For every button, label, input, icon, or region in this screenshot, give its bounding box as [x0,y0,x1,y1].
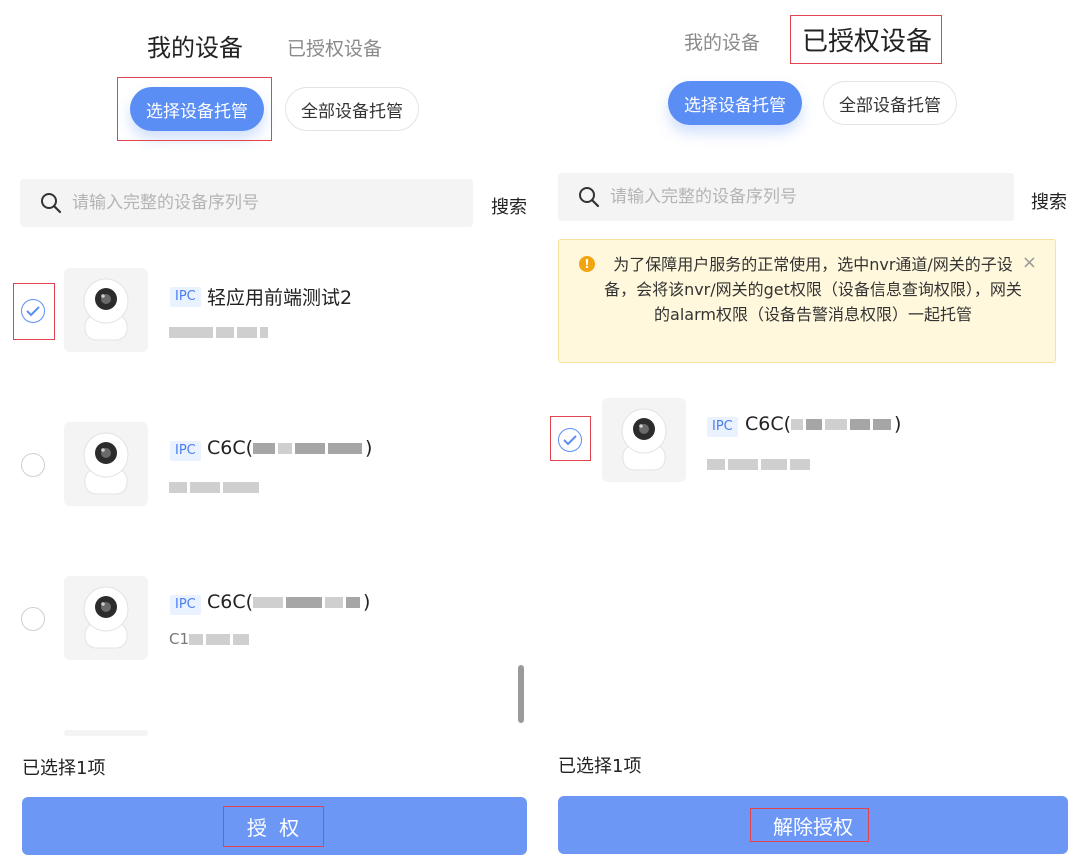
device-type-tag: IPC [707,417,738,437]
highlight-box [750,808,869,842]
search-bar [20,179,473,227]
search-bar [558,173,1014,221]
device-checkbox[interactable] [21,607,45,631]
device-serial-prefix: C1 [169,630,190,648]
device-serial-redacted: C1 [169,630,252,648]
device-checkbox[interactable] [21,299,45,323]
close-icon[interactable]: × [1022,252,1037,273]
device-name: 轻应用前端测试2 [207,287,353,309]
tab-authorized-devices[interactable]: 已授权设备 [287,40,382,59]
camera-thumbnail [64,730,148,736]
device-name: C6C() [207,437,372,459]
device-serial-redacted [707,455,813,473]
search-button[interactable]: 搜索 [491,193,527,219]
device-type-tag: IPC [170,287,201,307]
device-name-prefix: C6C( [207,591,254,613]
device-name-suffix: ) [363,591,371,613]
right-screen: 我的设备 已授权设备 选择设备托管 全部设备托管 搜索 ! 为了保障用户服务的正… [540,0,1080,867]
camera-thumbnail [64,268,148,352]
all-device-hosting-button[interactable]: 全部设备托管 [823,81,957,125]
left-screen: 我的设备 已授权设备 选择设备托管 全部设备托管 搜索 IPC 轻应用前端测试2 [0,0,540,867]
device-type-tag: IPC [170,595,201,615]
search-input[interactable] [72,193,432,213]
selected-count: 已选择1项 [22,758,106,779]
device-type-tag: IPC [170,441,201,461]
device-checkbox[interactable] [558,428,582,452]
highlight-box [223,806,324,847]
camera-icon [621,408,667,471]
search-icon [41,193,62,214]
notice-text: 为了保障用户服务的正常使用，选中nvr通道/网关的子设备，会将该nvr/网关的g… [604,255,1022,324]
scrollbar[interactable] [518,665,524,723]
all-device-hosting-button[interactable]: 全部设备托管 [285,87,419,131]
selected-count: 已选择1项 [558,756,642,777]
device-name-prefix: C6C( [745,413,792,435]
search-button[interactable]: 搜索 [1031,188,1067,214]
device-name: C6C() [207,591,370,613]
device-name-suffix: ) [894,413,902,435]
warning-icon: ! [579,256,595,272]
highlight-box [790,15,942,64]
search-icon [579,187,600,208]
camera-thumbnail [602,398,686,482]
search-input[interactable] [610,187,970,207]
check-icon [563,435,577,446]
device-checkbox[interactable] [21,453,45,477]
device-serial-redacted [169,478,262,496]
tab-my-devices[interactable]: 我的设备 [147,36,243,60]
camera-icon [83,278,129,341]
tab-my-devices[interactable]: 我的设备 [684,34,760,53]
camera-icon [83,432,129,495]
camera-thumbnail [64,422,148,506]
device-name-prefix: C6C( [207,437,254,459]
camera-thumbnail [64,576,148,660]
notice-banner: ! 为了保障用户服务的正常使用，选中nvr通道/网关的子设备，会将该nvr/网关… [558,239,1056,363]
highlight-box [117,77,272,141]
device-name: C6C() [745,413,901,435]
device-serial-redacted [169,323,271,341]
camera-icon [83,586,129,649]
select-device-hosting-button[interactable]: 选择设备托管 [668,81,802,125]
device-name-suffix: ) [365,437,373,459]
check-icon [26,306,40,317]
